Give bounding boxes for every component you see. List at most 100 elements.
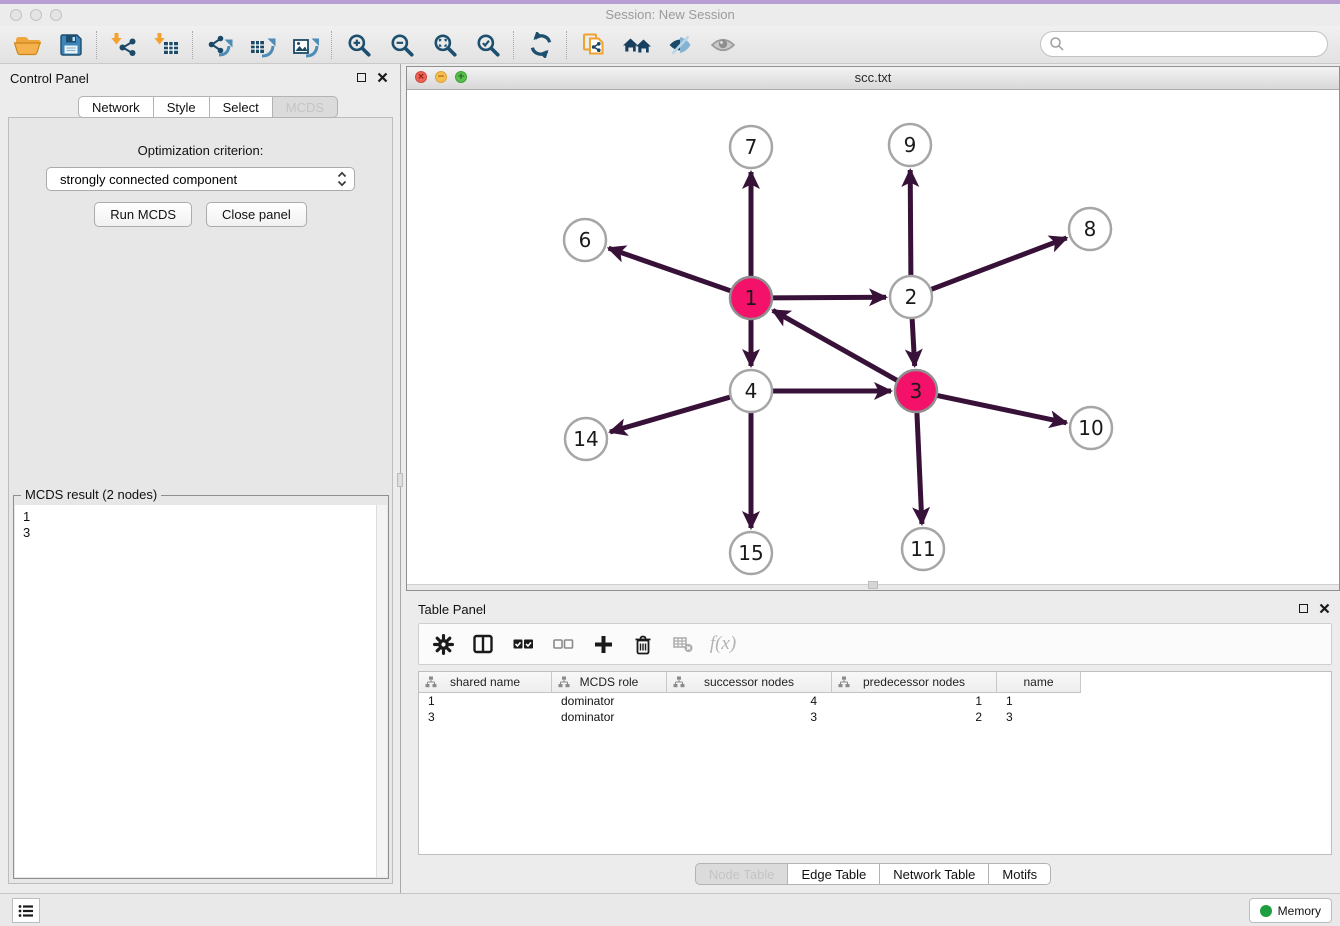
function-builder-button: f(x): [711, 632, 735, 656]
column-header-predecessor-nodes[interactable]: predecessor nodes: [832, 672, 997, 693]
table-panel-title: Table Panel: [418, 602, 486, 617]
tab-select[interactable]: Select: [209, 96, 273, 118]
mcds-result-text[interactable]: 13: [15, 505, 377, 877]
table-row[interactable]: 1dominator411: [419, 693, 1331, 709]
hide-selected-button[interactable]: [658, 28, 701, 62]
graph-node-4[interactable]: 4: [730, 370, 772, 412]
close-panel-icon[interactable]: [1319, 603, 1330, 614]
delete-columns-button[interactable]: [631, 632, 655, 656]
graph-edge-2-9[interactable]: [910, 170, 911, 278]
mcds-result-group: MCDS result (2 nodes) 13: [13, 495, 389, 879]
graph-edge-1-6[interactable]: [609, 248, 734, 292]
network-window-titlebar[interactable]: × − + scc.txt: [407, 67, 1339, 90]
table-cell[interactable]: 3: [419, 709, 552, 725]
deselect-all-button[interactable]: [551, 632, 575, 656]
graph-node-8[interactable]: 8: [1069, 208, 1111, 250]
run-mcds-button[interactable]: Run MCDS: [94, 202, 192, 227]
table-cell[interactable]: 1: [419, 693, 552, 709]
table-cell[interactable]: 4: [667, 693, 832, 709]
close-panel-button[interactable]: Close panel: [206, 202, 307, 227]
graph-node-2[interactable]: 2: [890, 276, 932, 318]
import-table-button[interactable]: [145, 28, 188, 62]
search-box[interactable]: [1040, 31, 1328, 57]
refresh-layout-button[interactable]: [519, 28, 562, 62]
tab-motifs[interactable]: Motifs: [988, 863, 1051, 885]
graph-node-10[interactable]: 10: [1070, 407, 1112, 449]
column-header-name[interactable]: name: [997, 672, 1081, 693]
graph-edge-1-2[interactable]: [770, 297, 886, 298]
select-all-button[interactable]: [511, 632, 535, 656]
table-cell[interactable]: 3: [667, 709, 832, 725]
graph-edge-3-1[interactable]: [773, 310, 900, 381]
network-zoom-button[interactable]: +: [455, 71, 467, 83]
graph-node-3[interactable]: 3: [895, 370, 937, 412]
graph-node-6[interactable]: 6: [564, 219, 606, 261]
table-row[interactable]: 3dominator323: [419, 709, 1331, 725]
graph-node-15[interactable]: 15: [730, 532, 772, 574]
table-cell[interactable]: 2: [832, 709, 997, 725]
table-cell[interactable]: 1: [997, 693, 1081, 709]
graph-node-11[interactable]: 11: [902, 528, 944, 570]
network-view-window: × − + scc.txt 7 9 6 8 1 2 4 3 14 10 15 11: [406, 66, 1340, 591]
table-cell[interactable]: dominator: [552, 693, 667, 709]
delete-table-button: [671, 632, 695, 656]
network-close-button[interactable]: ×: [415, 71, 427, 83]
zoom-fit-button[interactable]: [423, 28, 466, 62]
chevron-up-down-icon: [336, 170, 348, 188]
column-header-shared-name[interactable]: shared name: [419, 672, 552, 693]
float-panel-icon[interactable]: [357, 73, 366, 82]
memory-button[interactable]: Memory: [1249, 898, 1332, 923]
column-header-MCDS-role[interactable]: MCDS role: [552, 672, 667, 693]
clone-network-button[interactable]: [572, 28, 615, 62]
import-network-button[interactable]: [102, 28, 145, 62]
zoom-in-button[interactable]: [337, 28, 380, 62]
graph-edge-3-10[interactable]: [935, 395, 1067, 423]
graph-node-9[interactable]: 9: [889, 124, 931, 166]
first-neighbors-button[interactable]: [615, 28, 658, 62]
graph-node-1[interactable]: 1: [730, 277, 772, 319]
network-resize-grip[interactable]: [868, 581, 878, 589]
optimization-criterion-select[interactable]: strongly connected component: [46, 167, 355, 191]
export-table-button[interactable]: [241, 28, 284, 62]
result-scrollbar[interactable]: [376, 505, 387, 877]
graph-edge-2-3[interactable]: [912, 316, 915, 366]
window-titlebar: Session: New Session: [0, 4, 1340, 26]
close-panel-icon[interactable]: [377, 72, 388, 83]
graph-node-14[interactable]: 14: [565, 418, 607, 460]
zoom-button[interactable]: [50, 9, 62, 21]
graph-edge-4-14[interactable]: [610, 396, 733, 432]
network-canvas[interactable]: 7 9 6 8 1 2 4 3 14 10 15 11: [407, 90, 1339, 583]
table-cell[interactable]: 1: [832, 693, 997, 709]
table-options-button[interactable]: [431, 632, 455, 656]
search-input[interactable]: [1065, 36, 1323, 53]
tab-mcds[interactable]: MCDS: [272, 96, 338, 118]
tab-edge-table[interactable]: Edge Table: [787, 863, 880, 885]
task-history-button[interactable]: [12, 898, 40, 923]
tab-network-table[interactable]: Network Table: [879, 863, 989, 885]
graph-node-7[interactable]: 7: [730, 126, 772, 168]
zoom-out-button[interactable]: [380, 28, 423, 62]
splitter-grip[interactable]: [397, 473, 403, 487]
column-header-label: predecessor nodes: [863, 675, 965, 689]
graph-edge-2-8[interactable]: [929, 238, 1067, 290]
tab-node-table[interactable]: Node Table: [695, 863, 789, 885]
eye-slash-icon: [667, 32, 693, 58]
export-network-button[interactable]: [198, 28, 241, 62]
open-file-button[interactable]: [6, 28, 49, 62]
minimize-button[interactable]: [30, 9, 42, 21]
table-toolbar: f(x): [418, 623, 1332, 665]
tab-network[interactable]: Network: [78, 96, 154, 118]
export-image-button[interactable]: [284, 28, 327, 62]
graph-edge-3-11[interactable]: [917, 410, 922, 524]
add-column-button[interactable]: [591, 632, 615, 656]
close-button[interactable]: [10, 9, 22, 21]
network-minimize-button[interactable]: −: [435, 71, 447, 83]
zoom-selected-button[interactable]: [466, 28, 509, 62]
toggle-columns-button[interactable]: [471, 632, 495, 656]
table-cell[interactable]: dominator: [552, 709, 667, 725]
float-panel-icon[interactable]: [1299, 604, 1308, 613]
save-session-button[interactable]: [49, 28, 92, 62]
column-header-successor-nodes[interactable]: successor nodes: [667, 672, 832, 693]
tab-style[interactable]: Style: [153, 96, 210, 118]
table-cell[interactable]: 3: [997, 709, 1081, 725]
